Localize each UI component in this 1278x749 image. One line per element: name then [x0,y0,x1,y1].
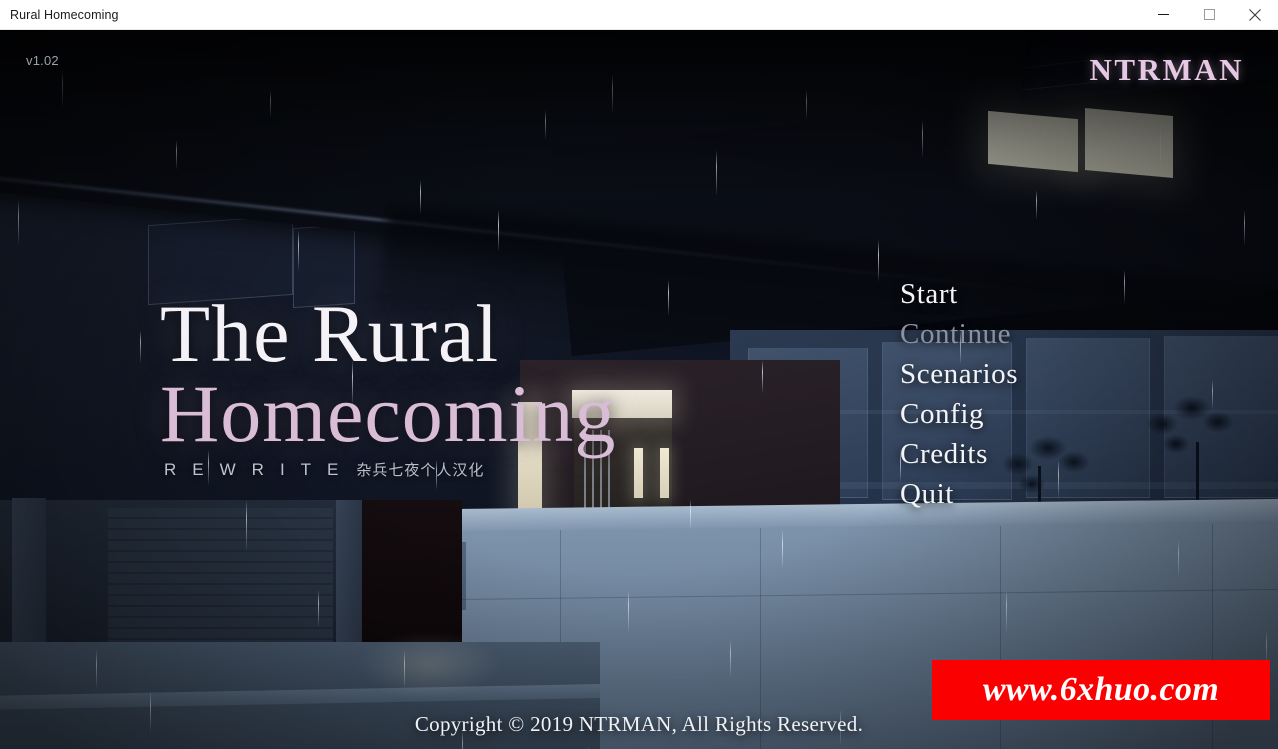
menu-item-scenarios[interactable]: Scenarios [900,354,1100,394]
game-title-line1: The Rural [160,288,500,379]
maximize-button[interactable] [1186,0,1232,30]
window-title: Rural Homecoming [10,7,119,22]
subtitle-rewrite: REWRITE [164,460,355,479]
game-subtitle-row: REWRITE 杂兵七夜个人汉化 [164,459,616,480]
close-button[interactable] [1232,0,1278,30]
close-icon [1249,8,1261,21]
lit-window [988,110,1078,173]
menu-item-continue: Continue [900,318,1012,350]
window-controls [1140,0,1278,30]
game-title-line2: Homecoming [160,368,617,459]
subtitle-translation-credit: 杂兵七夜个人汉化 [356,461,485,479]
game-viewport: v1.02 NTRMAN The Rural Homecoming REWRIT… [0,30,1278,749]
door-glass-panel [660,448,669,498]
maximize-icon [1203,9,1215,20]
game-window: Rural Homecoming v1.02 NTRMAN The Rural … [0,0,1278,749]
menu-item-config[interactable]: Config [900,394,1100,434]
brand-logo: NTRMAN [1089,52,1244,87]
site-watermark-banner: www.6xhuo.com [932,660,1270,720]
version-label: v1.02 [26,53,59,68]
ground-light-pool [330,620,530,710]
lit-window [1085,107,1173,179]
menu-item-credits[interactable]: Credits [900,434,1100,474]
main-menu: Start Continue Scenarios Config Credits Quit [900,274,1100,514]
watermark-url: www.6xhuo.com [982,671,1220,708]
game-title-block: The Rural Homecoming REWRITE 杂兵七夜个人汉化 [160,288,617,480]
minimize-icon [1157,14,1169,15]
menu-item-quit[interactable]: Quit [900,474,1100,514]
window-titlebar: Rural Homecoming [0,0,1278,30]
menu-item-start[interactable]: Start [900,274,1100,314]
shrub-silhouette [1140,382,1272,504]
shrub-trunk [1196,442,1199,506]
minimize-button[interactable] [1140,0,1186,30]
door-glass-panel [634,448,643,498]
